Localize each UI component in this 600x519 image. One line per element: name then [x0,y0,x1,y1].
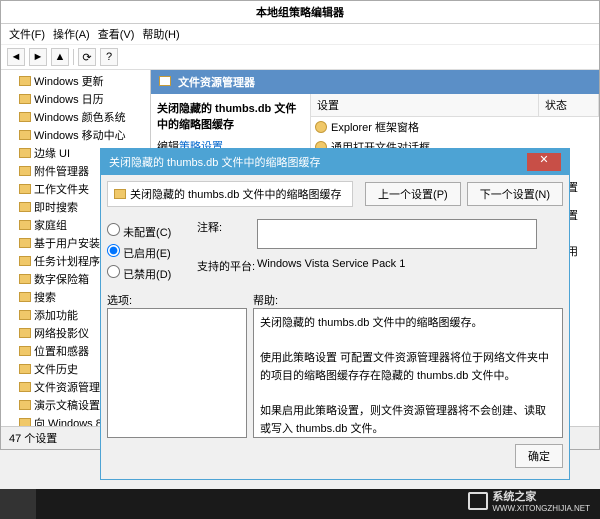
selected-policy-title: 关闭隐藏的 thumbs.db 文件中的缩略图缓存 [157,100,304,132]
comment-label: 注释: [197,219,257,235]
watermark: 系统之家 WWW.XITONGZHIJIA.NET [468,488,590,513]
folder-icon [19,346,31,356]
folder-icon [19,238,31,248]
prev-setting-button[interactable]: 上一个设置(P) [365,182,461,206]
menu-action[interactable]: 操作(A) [53,26,90,42]
folder-icon [19,166,31,176]
policy-dialog: 关闭隐藏的 thumbs.db 文件中的缩略图缓存 ✕ 关闭隐藏的 thumbs… [100,148,570,480]
menu-help[interactable]: 帮助(H) [142,26,179,42]
folder-icon [19,310,31,320]
up-button[interactable]: ▲ [51,48,69,66]
tree-item[interactable]: Windows 日历 [1,90,150,108]
folder-icon [19,184,31,194]
taskbar[interactable]: 系统之家 WWW.XITONGZHIJIA.NET [0,489,600,519]
folder-icon [19,292,31,302]
policy-icon [114,189,126,199]
folder-icon [19,256,31,266]
options-label: 选项: [107,292,247,308]
back-button[interactable]: ◄ [7,48,25,66]
toolbar: ◄ ► ▲ ⟳ ? [1,45,599,70]
folder-icon [19,202,31,212]
start-button[interactable] [0,489,36,519]
ok-button[interactable]: 确定 [515,444,563,468]
dialog-subtitle: 关闭隐藏的 thumbs.db 文件中的缩略图缓存 [130,186,341,202]
gear-icon [315,121,327,133]
forward-button[interactable]: ► [29,48,47,66]
watermark-icon [468,492,488,510]
tree-item[interactable]: Windows 颜色系统 [1,108,150,126]
menu-file[interactable]: 文件(F) [9,26,45,42]
help-box: 关闭隐藏的 thumbs.db 文件中的缩略图缓存。使用此策略设置 可配置文件资… [253,308,563,438]
window-title: 本地组策略编辑器 [1,1,599,24]
folder-icon [159,76,171,86]
close-icon[interactable]: ✕ [527,153,561,171]
platform-label: 支持的平台: [197,258,257,274]
radio-group: 未配置(C) 已启用(E) 已禁用(D) [107,219,187,286]
folder-icon [19,94,31,104]
folder-icon [19,112,31,122]
menu-view[interactable]: 查看(V) [98,26,135,42]
folder-icon [19,148,31,158]
next-setting-button[interactable]: 下一个设置(N) [467,182,563,206]
folder-icon [19,76,31,86]
folder-icon [19,364,31,374]
help-label: 帮助: [253,292,278,308]
options-box [107,308,247,438]
tree-item[interactable]: Windows 移动中心 [1,126,150,144]
refresh-button[interactable]: ⟳ [78,48,96,66]
radio-enabled[interactable]: 已启用(E) [107,244,187,261]
folder-icon [19,328,31,338]
content-title: 文件资源管理器 [178,77,255,89]
folder-icon [19,274,31,284]
folder-icon [19,220,31,230]
col-state[interactable]: 状态 [539,94,599,116]
menubar: 文件(F) 操作(A) 查看(V) 帮助(H) [1,24,599,45]
platform-value: Windows Vista Service Pack 1 [257,258,405,270]
policy-row[interactable]: Explorer 框架窗格 [311,117,599,137]
tree-item[interactable]: Windows 更新 [1,72,150,90]
folder-icon [19,382,31,392]
content-header: 文件资源管理器 [151,70,599,94]
radio-disabled[interactable]: 已禁用(D) [107,265,187,282]
dialog-title: 关闭隐藏的 thumbs.db 文件中的缩略图缓存 [109,154,320,170]
help-button[interactable]: ? [100,48,118,66]
col-setting[interactable]: 设置 [311,94,539,116]
folder-icon [19,400,31,410]
comment-input[interactable] [257,219,537,249]
folder-icon [19,130,31,140]
radio-notconfigured[interactable]: 未配置(C) [107,223,187,240]
